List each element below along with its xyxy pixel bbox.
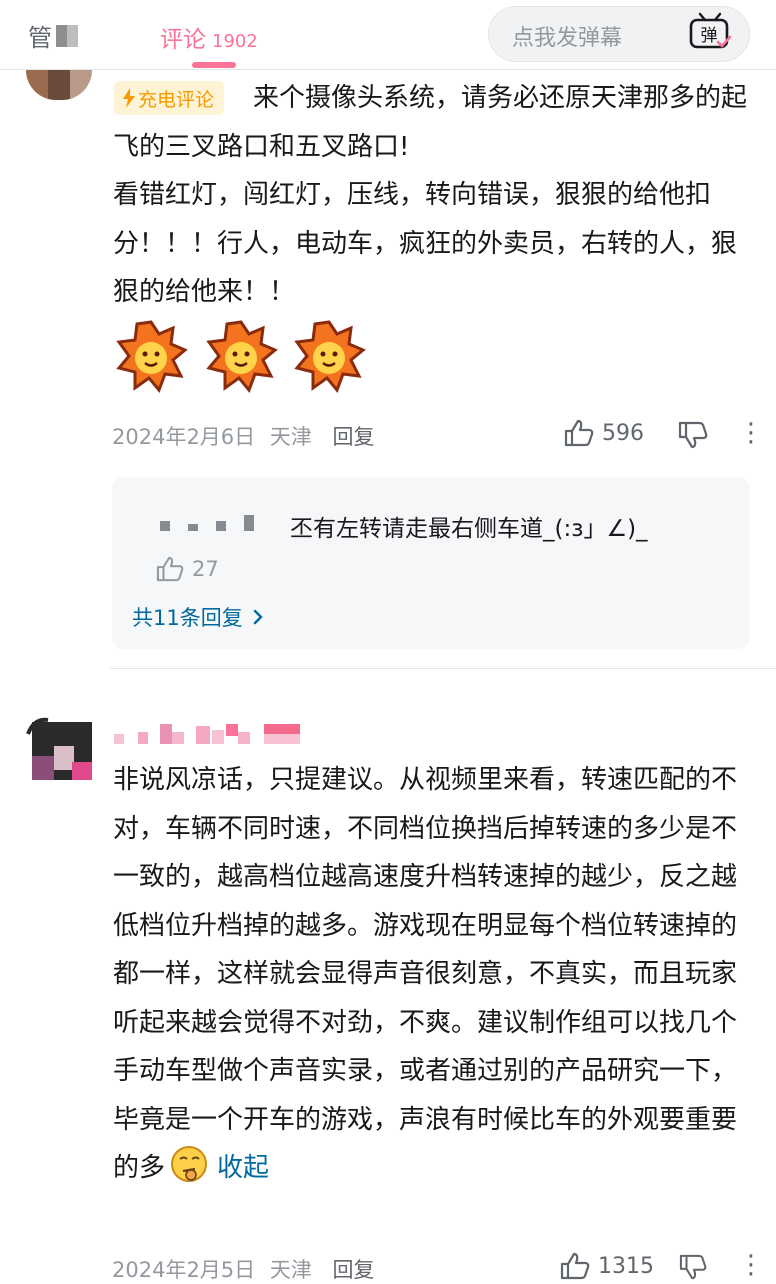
sub-reply-text: 丕有左转请走最右侧车道_(:з」∠)_ <box>290 516 648 542</box>
more-options-icon[interactable]: ⋮ <box>738 420 764 446</box>
comment-location: 天津 <box>269 425 312 449</box>
explosion-emoji <box>294 320 366 393</box>
username-mosaic[interactable] <box>114 722 304 748</box>
header-left-text: 管 <box>28 24 52 52</box>
view-all-replies-label: 共11条回复 <box>132 606 243 630</box>
like-count: 596 <box>602 420 644 446</box>
avatar[interactable] <box>26 70 92 100</box>
tv-danmu-icon[interactable]: 弹 <box>688 12 732 52</box>
header-left[interactable]: 管 <box>28 18 78 53</box>
thinking-face-emoji <box>171 1146 208 1182</box>
thumbs-down-icon[interactable] <box>678 421 708 449</box>
thumbs-up-icon <box>564 419 594 447</box>
view-all-replies-link[interactable]: 共11条回复 <box>132 602 263 632</box>
sub-reply-username[interactable] <box>160 515 254 531</box>
avatar[interactable] <box>24 716 94 782</box>
more-options-icon[interactable]: ⋮ <box>738 1252 764 1278</box>
sub-reply-like-button[interactable]: 27 <box>156 556 219 582</box>
thumbs-up-icon <box>156 556 184 582</box>
like-button[interactable]: 1315 <box>560 1252 654 1280</box>
comment-location: 天津 <box>269 1258 312 1282</box>
comment-body: 非说风凉话，只提建议。从视频里来看，转速匹配的不对，车辆不同时速，不同档位换挡后… <box>113 765 738 1183</box>
like-count: 1315 <box>598 1253 654 1279</box>
tab-comments[interactable]: 评论 1902 <box>160 20 258 54</box>
reply-button[interactable]: 回复 <box>333 425 375 449</box>
danmu-placeholder: 点我发弹幕 <box>512 26 623 51</box>
collapse-link[interactable]: 收起 <box>217 1153 269 1183</box>
sub-reply-like-count: 27 <box>192 557 219 581</box>
thumbs-down-icon[interactable] <box>678 1254 708 1280</box>
thumbs-up-icon <box>560 1252 590 1280</box>
comment-text: 非说风凉话，只提建议。从视频里来看，转速匹配的不对，车辆不同时速，不同档位换挡后… <box>113 756 753 1193</box>
comment-header: 管 评论 1902 点我发弹幕 弹 <box>0 0 776 70</box>
danmu-button-label: 弹 <box>701 26 718 46</box>
chevron-right-icon <box>253 609 263 625</box>
mosaic-blur <box>56 24 78 47</box>
explosion-emoji <box>206 320 278 393</box>
explosion-emoji <box>116 320 188 393</box>
like-button[interactable]: 596 <box>564 419 644 447</box>
tab-count: 1902 <box>212 31 258 52</box>
reply-button[interactable]: 回复 <box>333 1258 375 1282</box>
tab-indicator <box>192 62 236 68</box>
divider <box>110 668 776 669</box>
comment-date: 2024年2月6日 <box>112 425 256 449</box>
comment-date: 2024年2月5日 <box>112 1258 256 1282</box>
comment-text: 来个摄像头系统，请务必还原天津那多的起飞的三叉路口和五叉路口! 看错红灯，闯红灯… <box>113 83 748 307</box>
tab-label: 评论 <box>160 27 206 53</box>
comment-meta: 2024年2月6日 天津 回复 <box>112 421 375 451</box>
